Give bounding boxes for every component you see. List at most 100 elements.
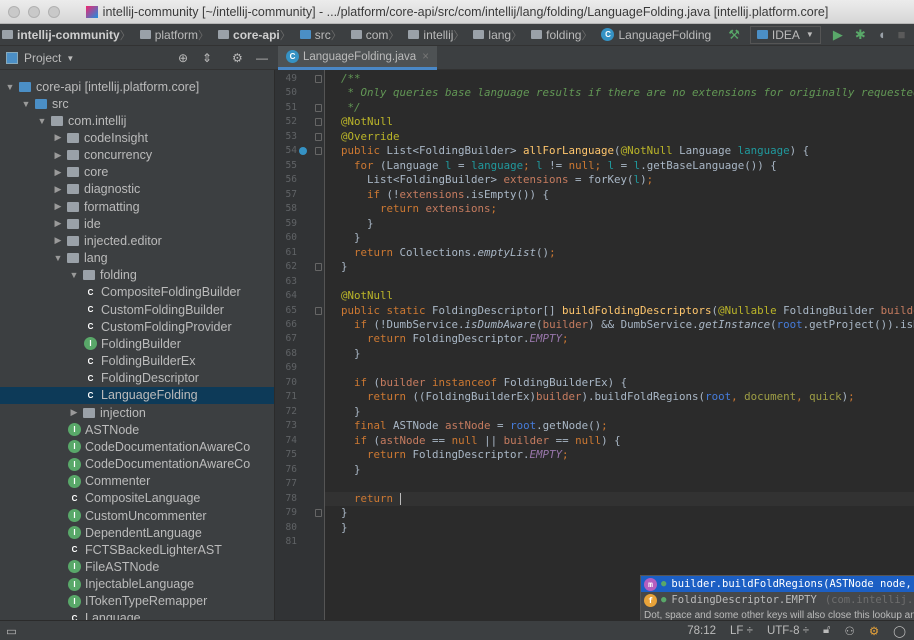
line-separator-select[interactable]: LF ÷: [730, 625, 753, 637]
close-window-button[interactable]: [8, 6, 20, 18]
fold-marker-icon[interactable]: [315, 306, 322, 315]
expanded-arrow-icon[interactable]: ▼: [68, 270, 80, 280]
code-line[interactable]: }: [341, 463, 361, 477]
tree-item[interactable]: I ASTNode: [0, 421, 274, 438]
collapsed-arrow-icon[interactable]: ▶: [52, 218, 64, 229]
fold-marker-icon[interactable]: [315, 147, 322, 156]
code-line[interactable]: }: [341, 231, 361, 245]
fold-marker-icon[interactable]: [315, 132, 322, 141]
tree-item[interactable]: ▼ core-api [intellij.platform.core]: [0, 78, 274, 95]
code-line[interactable]: if (!DumbService.isDumbAware(builder) &&…: [341, 318, 914, 332]
minimize-window-button[interactable]: [28, 6, 40, 18]
tree-item[interactable]: ▼ folding: [0, 267, 274, 284]
code-line[interactable]: for (Language l = language; l != null; l…: [341, 159, 777, 173]
code-line[interactable]: if (!extensions.isEmpty()) {: [341, 188, 549, 202]
code-line[interactable]: public static FoldingDescriptor[] buildF…: [341, 304, 914, 318]
breadcrumb-item[interactable]: platform 〉: [139, 27, 213, 43]
fold-marker-icon[interactable]: [315, 263, 322, 272]
update-icon[interactable]: ⚙: [869, 624, 879, 638]
code-line[interactable]: @NotNull: [341, 289, 393, 303]
inspector-icon[interactable]: ⚇: [845, 624, 855, 638]
collapse-all-icon[interactable]: ⇕: [202, 51, 212, 65]
code-line[interactable]: * Only queries base language results if …: [341, 86, 914, 100]
tree-item[interactable]: ▶ injection: [0, 404, 274, 421]
run-icon[interactable]: ▶: [833, 27, 843, 43]
breadcrumb-item[interactable]: C LanguageFolding: [601, 28, 711, 42]
gear-icon[interactable]: ⚙: [232, 51, 243, 65]
close-tab-icon[interactable]: ×: [422, 51, 429, 63]
tree-item[interactable]: I DependentLanguage: [0, 524, 274, 541]
fold-marker-icon[interactable]: [315, 118, 322, 127]
tree-item[interactable]: I ITokenTypeRemapper: [0, 593, 274, 610]
code-line[interactable]: return: [341, 492, 401, 506]
code-line[interactable]: return FoldingDescriptor.EMPTY;: [341, 448, 569, 462]
collapsed-arrow-icon[interactable]: ▶: [52, 201, 64, 212]
hide-icon[interactable]: —: [256, 51, 268, 65]
code-line[interactable]: @NotNull: [341, 115, 393, 129]
tree-item[interactable]: ▼ src: [0, 95, 274, 112]
expanded-arrow-icon[interactable]: ▼: [36, 116, 48, 126]
code-line[interactable]: }: [341, 347, 361, 361]
collapsed-arrow-icon[interactable]: ▶: [52, 167, 64, 178]
code-editor[interactable]: 49 50 51 52 53 54 55 56 57 58 59 60 61 62 63 64 65 66 67 68…: [275, 70, 914, 620]
breadcrumb-item[interactable]: com 〉: [350, 27, 404, 43]
tree-item[interactable]: ▶ concurrency: [0, 147, 274, 164]
expanded-arrow-icon[interactable]: ▼: [4, 82, 16, 92]
event-log-icon[interactable]: ◯: [893, 624, 906, 638]
encoding-select[interactable]: UTF-8 ÷: [767, 625, 809, 637]
code-line[interactable]: }: [341, 521, 348, 535]
code-line[interactable]: }: [341, 405, 361, 419]
tree-item[interactable]: I CodeDocumentationAwareCo: [0, 456, 274, 473]
debug-icon[interactable]: ✱: [855, 27, 866, 43]
code-line[interactable]: public List<FoldingBuilder> allForLangua…: [341, 144, 809, 158]
collapsed-arrow-icon[interactable]: ▶: [52, 235, 64, 246]
tree-item[interactable]: C LanguageFolding: [0, 386, 274, 404]
code-line[interactable]: return ((FoldingBuilderEx)builder).build…: [341, 390, 855, 404]
tree-item[interactable]: ▶ injected.editor: [0, 232, 274, 249]
tree-item[interactable]: I CustomUncommenter: [0, 507, 274, 524]
tree-item[interactable]: ▼ com.intellij: [0, 112, 274, 129]
tree-item[interactable]: C CompositeFoldingBuilder: [0, 284, 274, 301]
code-line[interactable]: if (builder instanceof FoldingBuilderEx)…: [341, 376, 627, 390]
tree-item[interactable]: ▶ formatting: [0, 198, 274, 215]
coverage-icon[interactable]: ◖: [878, 27, 886, 42]
tab-languagefolding[interactable]: C LanguageFolding.java ×: [278, 46, 437, 70]
tree-item[interactable]: I CodeDocumentationAwareCo: [0, 438, 274, 455]
tree-item[interactable]: C CustomFoldingProvider: [0, 318, 274, 335]
toolwindows-toggle-icon[interactable]: ▭: [6, 624, 17, 638]
tree-item[interactable]: ▶ ide: [0, 215, 274, 232]
completion-item[interactable]: f ● FoldingDescriptor.EMPTY (com.intelli…: [641, 592, 914, 608]
lock-icon[interactable]: 🔓︎: [823, 624, 830, 637]
tree-item[interactable]: C FoldingDescriptor: [0, 370, 274, 387]
expanded-arrow-icon[interactable]: ▼: [52, 253, 64, 263]
code-line[interactable]: */: [341, 101, 361, 115]
code-line[interactable]: List<FoldingBuilder> extensions = forKey…: [341, 173, 653, 187]
code-line[interactable]: /**: [341, 72, 361, 86]
tree-item[interactable]: C CustomFoldingBuilder: [0, 301, 274, 318]
locate-icon[interactable]: ⊕: [178, 51, 188, 65]
build-hammer-icon[interactable]: ⚒: [728, 27, 740, 43]
code-line[interactable]: return Collections.emptyList();: [341, 246, 556, 260]
project-view-select[interactable]: Project: [24, 51, 61, 65]
tree-item[interactable]: ▶ codeInsight: [0, 129, 274, 146]
code-line[interactable]: }: [341, 217, 374, 231]
fold-marker-icon[interactable]: [315, 75, 322, 83]
breadcrumb-item[interactable]: intellij-community 〉: [2, 27, 135, 43]
tree-item[interactable]: ▶ diagnostic: [0, 181, 274, 198]
code-line[interactable]: if (astNode == null || builder == null) …: [341, 434, 621, 448]
fold-marker-icon[interactable]: [315, 509, 322, 518]
chevron-down-icon[interactable]: ▼: [66, 54, 74, 63]
tree-item[interactable]: C CompositeLanguage: [0, 490, 274, 507]
breadcrumb-item[interactable]: folding 〉: [531, 27, 596, 43]
collapsed-arrow-icon[interactable]: ▶: [52, 184, 64, 195]
breadcrumb-item[interactable]: intellij 〉: [408, 27, 468, 43]
run-config-select[interactable]: IDEA ▼: [749, 25, 821, 44]
zoom-window-button[interactable]: [48, 6, 60, 18]
tree-item[interactable]: I FileASTNode: [0, 558, 274, 575]
tree-item[interactable]: ▼ lang: [0, 250, 274, 267]
collapsed-arrow-icon[interactable]: ▶: [52, 150, 64, 161]
stop-icon[interactable]: ■: [898, 27, 906, 42]
tree-item[interactable]: I FoldingBuilder: [0, 335, 274, 352]
tree-item[interactable]: C FCTSBackedLighterAST: [0, 541, 274, 558]
code-line[interactable]: return extensions;: [341, 202, 497, 216]
